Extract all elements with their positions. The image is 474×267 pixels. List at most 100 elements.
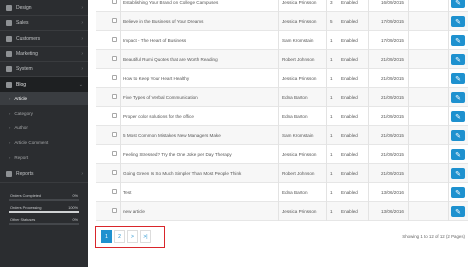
article-status: Enabled (341, 76, 358, 81)
pencil-icon: ✎ (455, 94, 461, 102)
sidebar-subitem-author[interactable]: › Author (0, 121, 88, 134)
column-divider (368, 202, 369, 221)
edit-button[interactable]: ✎ (451, 149, 465, 160)
sidebar: Design › Sales › Customers › Marketing › System ›… (0, 0, 88, 267)
edit-button[interactable]: ✎ (451, 35, 465, 46)
row-checkbox[interactable] (112, 113, 117, 118)
pencil-icon: ✎ (455, 151, 461, 159)
article-title: new article (123, 209, 145, 214)
row-checkbox[interactable] (112, 94, 117, 99)
column-divider (326, 107, 327, 126)
edit-button[interactable]: ✎ (451, 0, 465, 8)
row-checkbox[interactable] (112, 18, 117, 23)
sidebar-item-blog[interactable]: Blog ⌄ (0, 77, 88, 92)
pencil-icon: ✎ (455, 208, 461, 216)
column-divider (278, 31, 279, 50)
date-added: 21/09/2015 (381, 95, 404, 100)
edit-button[interactable]: ✎ (451, 130, 465, 141)
edit-button[interactable]: ✎ (451, 111, 465, 122)
table-row: new article Jessica Prinsson 1 Enabled 13/06… (96, 202, 468, 221)
chevron-down-icon: ⌄ (78, 81, 83, 88)
sidebar-item-marketing[interactable]: Marketing › (0, 46, 88, 61)
article-title: 5 Most Common Mistakes New Managers Make (123, 133, 221, 138)
column-divider (368, 0, 369, 12)
column-divider (326, 88, 327, 107)
sort-order: 1 (330, 76, 333, 81)
page-button[interactable]: 2 (114, 230, 125, 243)
sidebar-subitem-article-comment[interactable]: › Article Comment (0, 136, 88, 149)
page-button[interactable]: 1 (101, 230, 112, 243)
column-divider (326, 145, 327, 164)
page-button[interactable]: >| (140, 230, 151, 243)
chevron-right-icon: › (81, 65, 83, 72)
edit-button[interactable]: ✎ (451, 187, 465, 198)
angle-right-icon: › (9, 140, 11, 145)
sort-order: 1 (330, 190, 333, 195)
stat-progress-bar (9, 211, 79, 213)
sidebar-item-sales[interactable]: Sales › (0, 15, 88, 30)
sidebar-item-reports[interactable]: Reports › (0, 166, 88, 181)
sidebar-item-label: Design (16, 4, 32, 11)
pencil-icon (6, 81, 12, 88)
edit-button[interactable]: ✎ (451, 16, 465, 27)
column-divider (326, 0, 327, 12)
sidebar-item-label: System (16, 65, 33, 72)
article-status: Enabled (341, 152, 358, 157)
article-status: Enabled (341, 57, 358, 62)
article-author: Jessica Prinsson (282, 0, 317, 5)
edit-button[interactable]: ✎ (451, 92, 465, 103)
row-checkbox[interactable] (112, 75, 117, 80)
table-row: Going Green Is So Much Simpler Than Most… (96, 164, 468, 183)
row-checkbox[interactable] (112, 170, 117, 175)
column-divider (120, 31, 121, 50)
column-divider (368, 183, 369, 202)
column-divider (326, 50, 327, 69)
article-author: Jessica Prinsson (282, 152, 317, 157)
column-divider (326, 69, 327, 88)
column-divider (326, 31, 327, 50)
article-title: Believe in the Business of Your Dreams (123, 19, 204, 24)
brush-icon (6, 4, 12, 11)
sidebar-subitem-category[interactable]: › Category (0, 107, 88, 120)
stat-percent: 0% (72, 218, 79, 222)
column-divider (278, 107, 279, 126)
row-checkbox[interactable] (112, 189, 117, 194)
column-divider (120, 183, 121, 202)
page-button[interactable]: > (127, 230, 138, 243)
column-divider (368, 50, 369, 69)
stat-percent: 0% (72, 194, 79, 198)
column-divider (120, 88, 121, 107)
sort-order: 1 (330, 133, 333, 138)
row-checkbox[interactable] (112, 151, 117, 156)
sidebar-item-design[interactable]: Design › (0, 0, 88, 15)
edit-button[interactable]: ✎ (451, 168, 465, 179)
sidebar-item-customers[interactable]: Customers › (0, 31, 88, 46)
sidebar-item-system[interactable]: System › (0, 61, 88, 76)
sidebar-subitem-report[interactable]: › Report (0, 151, 88, 164)
column-divider (278, 88, 279, 107)
order-status-stat: Orders Processing 100% (9, 206, 79, 214)
row-checkbox[interactable] (112, 37, 117, 42)
row-checkbox[interactable] (112, 208, 117, 213)
column-divider (448, 50, 449, 69)
row-checkbox[interactable] (112, 0, 117, 4)
edit-button[interactable]: ✎ (451, 73, 465, 84)
sidebar-subitem-article[interactable]: › Article (0, 92, 88, 105)
row-checkbox[interactable] (112, 132, 117, 137)
edit-button[interactable]: ✎ (451, 206, 465, 217)
article-author: Jessica Prinsson (282, 76, 317, 81)
sort-order: 1 (330, 114, 333, 119)
column-divider (368, 107, 369, 126)
pencil-icon: ✎ (455, 113, 461, 121)
article-title: Impact - The Heart of Business (123, 38, 187, 43)
column-divider (120, 107, 121, 126)
article-status: Enabled (341, 190, 358, 195)
column-divider (120, 50, 121, 69)
article-author: Jessica Prinsson (282, 19, 317, 24)
column-divider (120, 0, 121, 12)
edit-button[interactable]: ✎ (451, 54, 465, 65)
table-row: Feeling Stressed? Try the One Joke per D… (96, 145, 468, 164)
column-divider (368, 88, 369, 107)
sidebar-divider (0, 182, 88, 183)
row-checkbox[interactable] (112, 56, 117, 61)
